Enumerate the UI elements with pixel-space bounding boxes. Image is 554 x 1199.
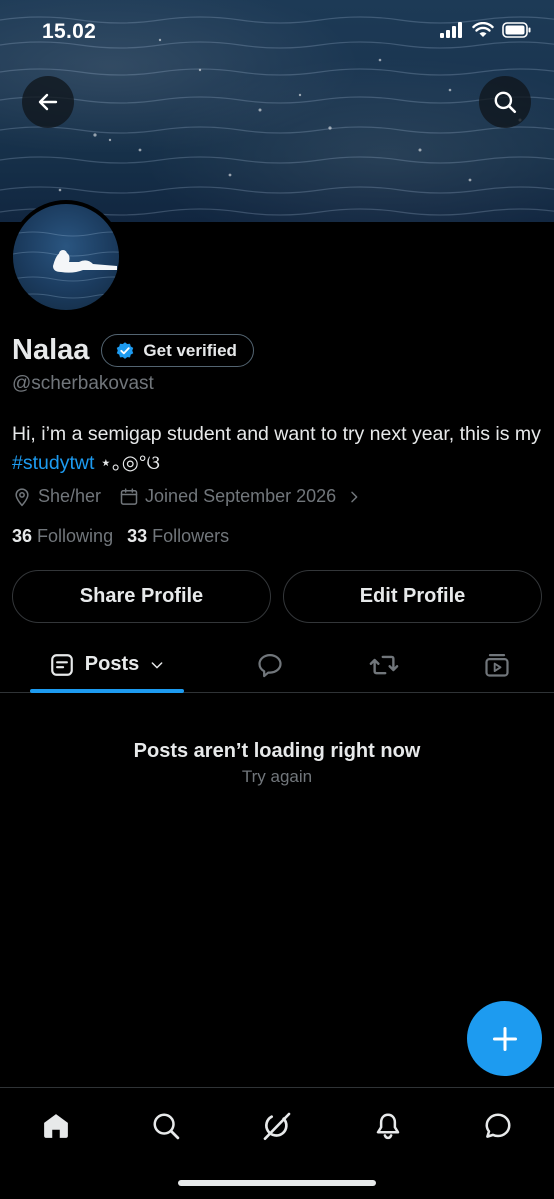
media-icon [485,653,509,677]
tab-media[interactable] [472,637,522,692]
grok-icon [263,1112,291,1140]
display-name: Nalaa [12,334,90,366]
search-icon [494,91,517,114]
joined-text: Joined September 2026 [145,486,337,506]
search-button[interactable] [479,76,531,128]
nav-grok[interactable] [257,1106,297,1146]
avatar[interactable] [9,200,123,314]
feed-error-title: Posts aren’t loading right now [133,740,421,762]
followers-count: 33 [127,526,148,546]
active-tab-indicator [30,689,184,693]
nav-search[interactable] [146,1106,186,1146]
arrow-left-icon [38,93,58,111]
share-profile-button[interactable]: Share Profile [12,570,271,623]
tab-replies[interactable] [245,637,295,692]
bio-emoji: ⋆｡◎°ଓ [94,452,160,474]
chevron-right-icon [351,491,358,502]
following-count: 36 [12,526,33,546]
replies-icon [258,653,282,677]
get-verified-label: Get verified [143,340,237,360]
chevron-down-icon [151,661,163,668]
status-icons [440,22,532,38]
home-indicator[interactable] [178,1180,376,1186]
tab-posts[interactable]: Posts [30,637,184,692]
profile-handle: @scherbakovast [12,373,154,394]
following-label: Following [37,526,114,546]
followers-link[interactable]: 33 Followers [127,526,229,547]
notifications-icon [376,1113,400,1140]
tab-posts-label: Posts [84,653,140,675]
profile-tabs: Posts [0,637,554,693]
name-row: Nalaa Get verified [12,334,254,367]
status-time: 15.02 [42,20,97,43]
pronouns-item: She/her [12,486,101,507]
search-icon [153,1113,180,1140]
back-button[interactable] [22,76,74,128]
profile-bio: Hi, i’m a semigap student and want to tr… [12,420,548,478]
bio-text: Hi, i’m a semigap student and want to tr… [12,423,541,445]
messages-icon [485,1113,511,1138]
verified-badge-icon [117,341,134,359]
follow-counts: 36 Following 33 Followers [12,526,229,547]
get-verified-button[interactable]: Get verified [101,334,254,367]
compose-post-button[interactable] [467,1001,542,1076]
wifi-icon [472,22,494,37]
nav-notifications[interactable] [368,1106,408,1146]
nav-messages[interactable] [478,1106,518,1146]
location-pin-icon [15,487,29,506]
plus-icon [492,1026,517,1051]
profile-meta-row: She/her Joined September 2026 [12,486,362,507]
battery-icon [502,22,531,38]
avatar-image [13,204,119,310]
bio-hashtag-link[interactable]: #studytwt [12,452,94,474]
pronouns-text: She/her [38,486,102,506]
posts-icon [50,653,73,676]
edit-profile-button[interactable]: Edit Profile [283,570,542,623]
joined-item[interactable]: Joined September 2026 [119,486,362,507]
status-bar: 15.02 [0,0,554,64]
tab-reposts[interactable] [359,637,409,692]
following-link[interactable]: 36 Following [12,526,113,547]
home-icon [44,1114,68,1138]
calendar-icon [120,487,138,505]
reposts-icon [369,655,399,674]
nav-home[interactable] [36,1106,76,1146]
signal-icon [440,22,462,38]
followers-label: Followers [152,526,230,546]
try-again-link[interactable]: Try again [0,767,554,787]
avatar-swimmer-image [13,231,119,299]
